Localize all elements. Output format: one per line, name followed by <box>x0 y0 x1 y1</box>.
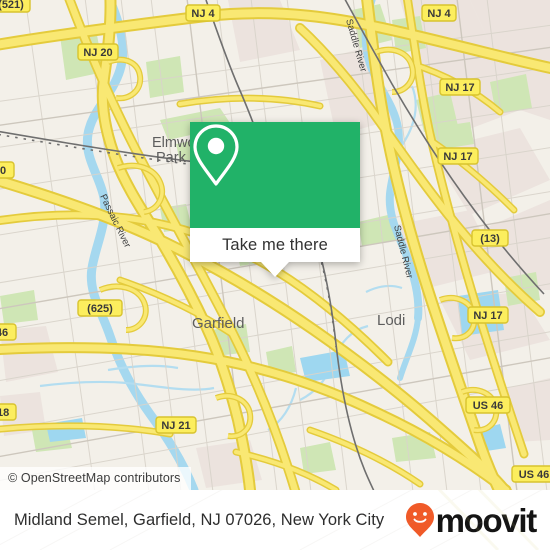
svg-text:(625): (625) <box>87 303 113 315</box>
location-address: Midland Semel, Garfield, NJ 07026, New Y… <box>14 510 385 529</box>
svg-text:NJ 4: NJ 4 <box>427 8 451 20</box>
svg-text:NJ 20: NJ 20 <box>83 47 112 59</box>
footer-bar: Midland Semel, Garfield, NJ 07026, New Y… <box>0 490 550 550</box>
map-canvas[interactable]: Elmwood Park Garfield Lodi Passaic River… <box>0 0 550 490</box>
shield-nj17-a: NJ 17 <box>439 78 481 96</box>
svg-text:(13): (13) <box>480 233 500 245</box>
svg-text:US 46: US 46 <box>473 400 504 412</box>
svg-text:618: 618 <box>0 407 9 419</box>
shield-80: 80 <box>0 161 15 179</box>
popup-tail <box>261 262 289 277</box>
osm-attribution[interactable]: © OpenStreetMap contributors <box>0 467 191 490</box>
moovit-wordmark: moovit <box>435 501 538 539</box>
svg-text:NJ 4: NJ 4 <box>191 8 215 20</box>
moovit-logo: moovit <box>405 501 538 539</box>
shield-us46-b: US 46 <box>511 465 550 483</box>
svg-text:NJ 17: NJ 17 <box>445 82 474 94</box>
svg-text:(521): (521) <box>0 0 24 11</box>
take-me-there-label: Take me there <box>222 235 328 254</box>
map-label-park: Park <box>156 150 187 166</box>
location-popup-card[interactable]: Take me there <box>190 122 360 277</box>
shield-46: 46 <box>0 323 17 341</box>
popup-pin-area <box>190 122 360 228</box>
shield-nj21: NJ 21 <box>155 416 197 434</box>
svg-text:NJ 17: NJ 17 <box>473 310 502 322</box>
moovit-map-screen: Elmwood Park Garfield Lodi Passaic River… <box>0 0 550 550</box>
svg-text:80: 80 <box>0 165 6 177</box>
svg-text:US 46: US 46 <box>519 469 550 481</box>
moovit-pin-smiley-icon <box>405 503 434 537</box>
svg-text:NJ 21: NJ 21 <box>161 420 190 432</box>
shield-nj20: NJ 20 <box>77 43 119 61</box>
shield-521: (521) <box>0 0 31 13</box>
popup-action-row[interactable]: Take me there <box>190 228 360 277</box>
map-label-lodi: Lodi <box>377 312 405 329</box>
svg-text:NJ 17: NJ 17 <box>443 151 472 163</box>
shield-us46-a: US 46 <box>465 396 511 414</box>
shield-nj17-c: NJ 17 <box>467 306 509 324</box>
shield-nj17-b: NJ 17 <box>437 147 479 165</box>
shield-nj4-right: NJ 4 <box>421 4 457 22</box>
shield-nj4-left: NJ 4 <box>185 4 221 22</box>
svg-text:46: 46 <box>0 327 8 339</box>
shield-625: (625) <box>77 299 123 317</box>
map-pin-icon <box>193 124 239 186</box>
map-label-garfield: Garfield <box>192 315 245 332</box>
shield-618: 618 <box>0 403 17 421</box>
shield-13: (13) <box>471 229 509 247</box>
